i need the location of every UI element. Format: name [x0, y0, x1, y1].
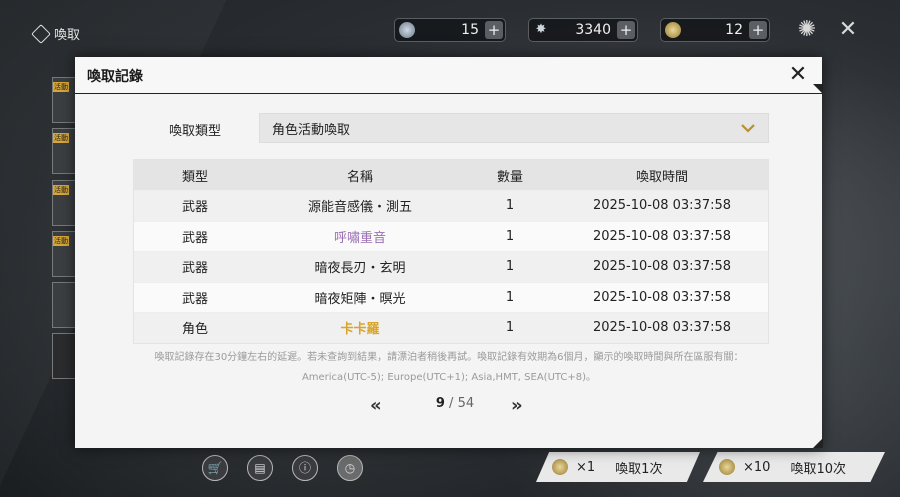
cell-name: 卡卡羅 — [340, 322, 380, 338]
cell-name: 呼嘯重音 — [333, 230, 386, 246]
cell-qty: 1 — [505, 289, 515, 305]
close-screen-icon[interactable]: ✕ — [835, 17, 861, 43]
cell-qty: 1 — [505, 320, 515, 336]
cell-time: 2025-10-08 03:37:58 — [592, 320, 732, 336]
cell-name: 暗夜矩陣・暝光 — [314, 291, 406, 307]
top-bar: 喚取 15 + ✸ 3340 + 12 + ✺ ✕ — [0, 0, 900, 56]
currency-coin-value: 12 — [725, 22, 743, 38]
banner-tab-tag: 活動 — [53, 133, 69, 143]
cell-time: 2025-10-08 03:37:58 — [592, 228, 732, 244]
currency-ticket-value: 15 — [461, 22, 479, 38]
history-table: 類型 名稱 數量 喚取時間 武器 源能音感儀・測五 1 2025-10-08 0… — [133, 159, 769, 344]
cell-type: 武器 — [181, 200, 208, 216]
notice-line-1: 喚取記錄存在30分鐘左右的延遲。若未查詢到結果，請漂泊者稍後再試。喚取記錄有效期… — [154, 352, 744, 363]
screen-title-label: 喚取 — [54, 28, 81, 43]
table-row: 武器 暗夜長刃・玄明 1 2025-10-08 03:37:58 — [134, 251, 768, 282]
close-icon[interactable]: ✕ — [786, 63, 810, 87]
convene-icon — [31, 23, 51, 44]
column-header-time: 喚取時間 — [635, 169, 688, 185]
pull-10-label: 喚取10次 — [790, 461, 846, 477]
modal-header: 喚取記錄 ✕ — [75, 57, 822, 94]
add-coin-button[interactable]: + — [749, 21, 767, 39]
table-row: 武器 暗夜矩陣・暝光 1 2025-10-08 03:37:58 — [134, 281, 768, 313]
table-header: 類型 名稱 數量 喚取時間 — [134, 160, 768, 190]
ticket-icon — [399, 22, 415, 38]
table-row: 武器 源能音感儀・測五 1 2025-10-08 03:37:58 — [134, 190, 768, 221]
corner-decoration — [813, 438, 823, 448]
cell-time: 2025-10-08 03:37:58 — [592, 259, 732, 275]
table-row: 武器 呼嘯重音 1 2025-10-08 03:37:58 — [134, 220, 768, 252]
banner-tab-tag: 活動 — [53, 236, 69, 246]
page-separator: / — [444, 396, 458, 411]
convene-history-modal: 喚取記錄 ✕ 喚取類型 角色活動喚取 類型 名稱 數量 喚取時間 武器 源能音感… — [75, 57, 823, 448]
cell-qty: 1 — [505, 259, 515, 275]
coin-icon — [665, 22, 681, 38]
cell-name: 源能音感儀・測五 — [307, 200, 412, 216]
total-pages: 54 — [457, 396, 475, 411]
table-row: 角色 卡卡羅 1 2025-10-08 03:37:58 — [134, 312, 768, 343]
add-crystal-button[interactable]: + — [617, 21, 635, 39]
details-icon[interactable]: ▤ — [247, 455, 273, 481]
settings-gear-icon[interactable]: ✺ — [794, 17, 820, 43]
banner-tab-tag: 活動 — [53, 82, 69, 92]
filter-label: 喚取類型 — [169, 124, 222, 139]
column-header-type: 類型 — [181, 169, 208, 185]
convene-type-select[interactable]: 角色活動喚取 — [259, 113, 769, 143]
cell-qty: 1 — [505, 198, 515, 214]
coin-icon — [719, 459, 735, 475]
currency-ticket: 15 + — [394, 18, 506, 42]
current-page: 9 — [435, 396, 445, 411]
history-clock-icon[interactable]: ◷ — [337, 455, 363, 481]
screen-title: 喚取 — [31, 23, 81, 44]
column-header-qty: 數量 — [496, 169, 523, 185]
modal-title: 喚取記錄 — [87, 69, 143, 85]
notice-line-2: America(UTC-5); Europe(UTC+1); Asia,HMT,… — [301, 372, 597, 383]
pull-1-count: ×1 — [576, 459, 596, 475]
cell-type: 武器 — [181, 230, 208, 246]
currency-crystal: ✸ 3340 + — [528, 18, 638, 42]
cell-time: 2025-10-08 03:37:58 — [592, 198, 732, 214]
currency-crystal-value: 3340 — [575, 22, 611, 38]
banner-tab-tag: 活動 — [53, 185, 69, 195]
cell-type: 角色 — [181, 322, 208, 338]
info-icon[interactable]: ⓘ — [292, 455, 318, 481]
cell-time: 2025-10-08 03:37:58 — [592, 289, 732, 305]
star-crystal-icon: ✸ — [535, 22, 547, 37]
pull-1-button[interactable]: ×1 喚取1次 — [536, 452, 700, 482]
prev-page-button[interactable]: « — [370, 395, 382, 416]
pull-10-button[interactable]: ×10 喚取10次 — [703, 452, 885, 482]
cell-qty: 1 — [505, 228, 515, 244]
column-header-name: 名稱 — [346, 169, 373, 185]
corner-decoration — [813, 84, 823, 94]
cell-name: 暗夜長刃・玄明 — [314, 261, 406, 277]
page-indicator: 9 / 54 — [405, 396, 505, 411]
currency-coin: 12 + — [660, 18, 770, 42]
coin-icon — [552, 459, 568, 475]
pull-1-label: 喚取1次 — [615, 461, 663, 477]
chevron-down-icon — [741, 124, 755, 133]
convene-type-value: 角色活動喚取 — [272, 122, 351, 138]
delay-notice: 喚取記錄存在30分鐘左右的延遲。若未查詢到結果，請漂泊者稍後再試。喚取記錄有效期… — [121, 348, 777, 388]
next-page-button[interactable]: » — [511, 395, 523, 416]
cell-type: 武器 — [181, 261, 208, 277]
cell-type: 武器 — [181, 291, 208, 307]
shop-cart-icon[interactable]: 🛒 — [202, 455, 228, 481]
pull-10-count: ×10 — [743, 459, 771, 475]
add-ticket-button[interactable]: + — [485, 21, 503, 39]
